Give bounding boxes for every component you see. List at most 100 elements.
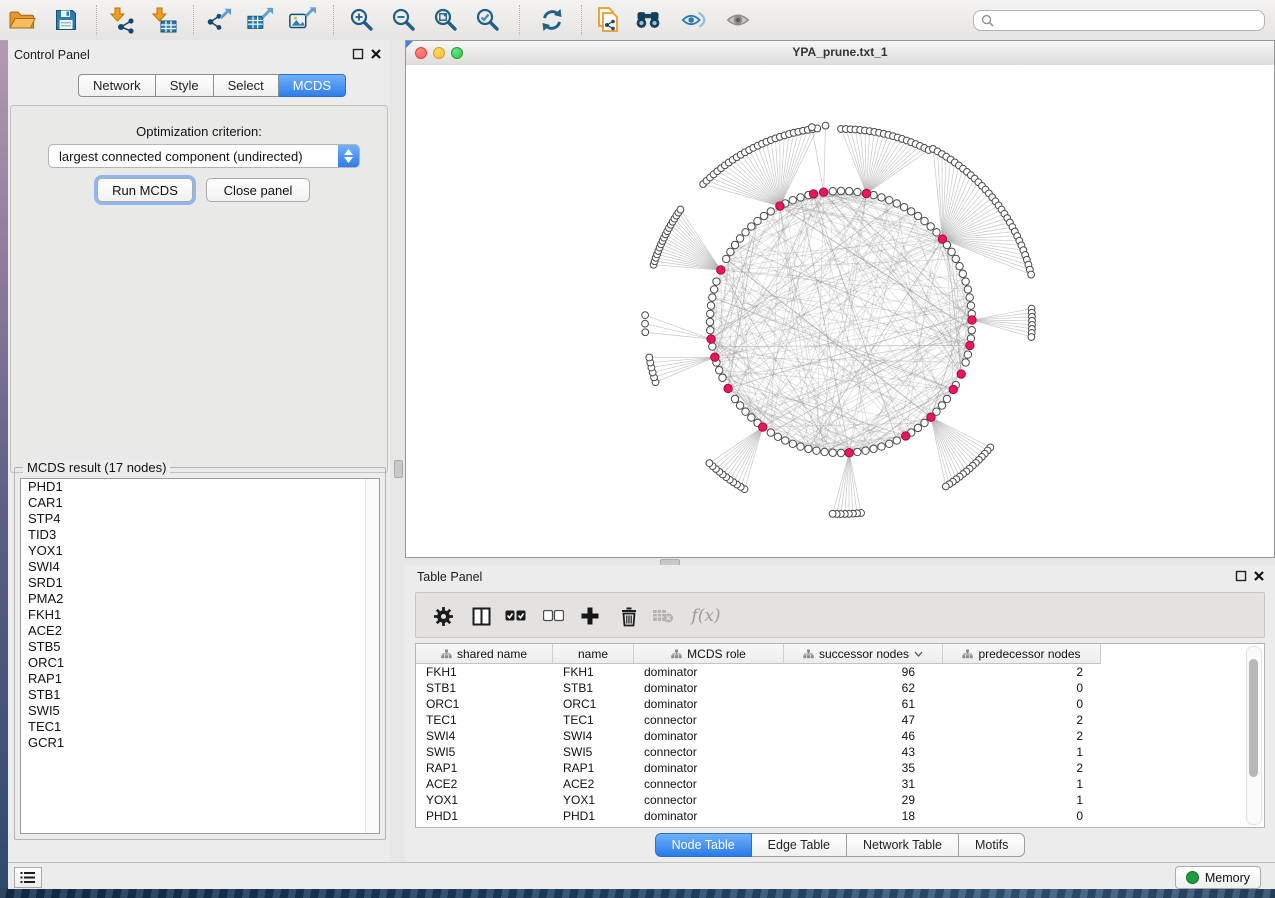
cell-successor-nodes[interactable]: 47 (784, 713, 943, 727)
network-window-titlebar[interactable]: YPA_prune.txt_1 (406, 41, 1274, 66)
tab-node-table[interactable]: Node Table (655, 833, 752, 857)
open-file-button[interactable] (8, 6, 36, 34)
column-header-successor-nodes[interactable]: successor nodes (784, 644, 943, 664)
result-list-scrollbar[interactable] (365, 479, 379, 833)
tab-network[interactable]: Network (78, 74, 156, 97)
cell-mcds-role[interactable]: connector (634, 777, 784, 791)
tab-style[interactable]: Style (156, 74, 214, 97)
cell-name[interactable]: PHD1 (553, 809, 634, 823)
tab-motifs[interactable]: Motifs (959, 833, 1025, 857)
cell-successor-nodes[interactable]: 46 (784, 729, 943, 743)
zoom-out-button[interactable] (390, 6, 418, 34)
copy-network-button[interactable] (594, 6, 622, 34)
delete-table-button-disabled[interactable] (651, 604, 675, 628)
close-panel-icon[interactable] (1253, 570, 1265, 582)
save-session-button[interactable] (52, 6, 80, 34)
float-panel-icon[interactable] (1235, 570, 1247, 582)
cell-name[interactable]: SWI5 (553, 745, 634, 759)
cell-predecessor-nodes[interactable]: 1 (943, 777, 1101, 791)
function-builder-button-disabled[interactable]: f(x) (689, 604, 723, 628)
cell-successor-nodes[interactable]: 35 (784, 761, 943, 775)
mcds-result-item[interactable]: TEC1 (21, 719, 379, 735)
zoom-fit-button[interactable] (432, 6, 460, 34)
memory-button[interactable]: Memory (1175, 866, 1261, 889)
table-row[interactable]: ACE2ACE2connector311 (416, 776, 1246, 792)
mcds-result-item[interactable]: STP4 (21, 511, 379, 527)
cell-predecessor-nodes[interactable]: 0 (943, 697, 1101, 711)
horizontal-splitter[interactable] (405, 558, 1275, 565)
export-table-button[interactable] (246, 6, 274, 34)
mcds-result-item[interactable]: CAR1 (21, 495, 379, 511)
mcds-result-item[interactable]: PMA2 (21, 591, 379, 607)
delete-column-button[interactable] (617, 604, 641, 628)
cell-name[interactable]: YOX1 (553, 793, 634, 807)
cell-predecessor-nodes[interactable]: 2 (943, 729, 1101, 743)
cell-mcds-role[interactable]: dominator (634, 665, 784, 679)
import-table-button[interactable] (150, 6, 178, 34)
cell-successor-nodes[interactable]: 61 (784, 697, 943, 711)
table-row[interactable]: RAP1RAP1dominator352 (416, 760, 1246, 776)
export-image-button[interactable] (288, 6, 316, 34)
cell-mcds-role[interactable]: dominator (634, 729, 784, 743)
cell-successor-nodes[interactable]: 43 (784, 745, 943, 759)
cell-successor-nodes[interactable]: 18 (784, 809, 943, 823)
cell-predecessor-nodes[interactable]: 1 (943, 745, 1101, 759)
network-search-field[interactable] (973, 10, 1265, 31)
export-network-button[interactable] (204, 6, 232, 34)
cell-predecessor-nodes[interactable]: 0 (943, 681, 1101, 695)
cell-name[interactable]: SWI4 (553, 729, 634, 743)
import-network-button[interactable] (108, 6, 136, 34)
cell-mcds-role[interactable]: dominator (634, 681, 784, 695)
cell-name[interactable]: TEC1 (553, 713, 634, 727)
close-panel-button[interactable]: Close panel (206, 178, 310, 202)
zoom-in-button[interactable] (348, 6, 376, 34)
show-all-button[interactable] (724, 6, 752, 34)
mcds-result-item[interactable]: PHD1 (21, 479, 379, 495)
column-header-predecessor-nodes[interactable]: predecessor nodes (943, 644, 1101, 664)
tab-edge-table[interactable]: Edge Table (752, 833, 847, 857)
cell-shared-name[interactable]: TEC1 (416, 713, 553, 727)
table-row[interactable]: FKH1FKH1dominator962 (416, 664, 1246, 680)
cell-shared-name[interactable]: ORC1 (416, 697, 553, 711)
mcds-result-item[interactable]: RAP1 (21, 671, 379, 687)
cell-name[interactable]: ACE2 (553, 777, 634, 791)
close-panel-icon[interactable] (370, 48, 382, 60)
cell-name[interactable]: FKH1 (553, 665, 634, 679)
cell-mcds-role[interactable]: dominator (634, 761, 784, 775)
search-input[interactable] (999, 13, 1264, 29)
table-row[interactable]: STB1STB1dominator620 (416, 680, 1246, 696)
float-panel-icon[interactable] (352, 48, 364, 60)
add-column-button[interactable] (578, 604, 602, 628)
table-row[interactable]: PHD1PHD1dominator180 (416, 808, 1246, 824)
hide-selected-button[interactable] (680, 6, 708, 34)
criterion-dropdown[interactable]: largest connected component (undirected) (48, 144, 360, 168)
mcds-result-item[interactable]: STB1 (21, 687, 379, 703)
cell-shared-name[interactable]: STB1 (416, 681, 553, 695)
cell-shared-name[interactable]: PHD1 (416, 809, 553, 823)
cell-shared-name[interactable]: ACE2 (416, 777, 553, 791)
cell-successor-nodes[interactable]: 31 (784, 777, 943, 791)
cell-predecessor-nodes[interactable]: 0 (943, 809, 1101, 823)
column-header-name[interactable]: name (553, 644, 634, 664)
cell-shared-name[interactable]: FKH1 (416, 665, 553, 679)
task-history-button[interactable] (14, 867, 42, 888)
mcds-result-item[interactable]: FKH1 (21, 607, 379, 623)
tab-mcds[interactable]: MCDS (279, 74, 346, 97)
mcds-result-item[interactable]: GCR1 (21, 735, 379, 751)
cell-predecessor-nodes[interactable]: 2 (943, 761, 1101, 775)
table-row[interactable]: SWI5SWI5connector431 (416, 744, 1246, 760)
vertical-splitter[interactable] (390, 40, 405, 862)
tab-select[interactable]: Select (214, 74, 279, 97)
cell-shared-name[interactable]: RAP1 (416, 761, 553, 775)
cell-predecessor-nodes[interactable]: 2 (943, 665, 1101, 679)
cell-successor-nodes[interactable]: 96 (784, 665, 943, 679)
mcds-result-item[interactable]: SRD1 (21, 575, 379, 591)
network-canvas[interactable] (406, 65, 1274, 557)
cell-mcds-role[interactable]: dominator (634, 809, 784, 823)
cell-shared-name[interactable]: SWI5 (416, 745, 553, 759)
cell-successor-nodes[interactable]: 29 (784, 793, 943, 807)
search-network-button[interactable] (634, 6, 662, 34)
cell-shared-name[interactable]: YOX1 (416, 793, 553, 807)
column-header-mcds-role[interactable]: MCDS role (634, 644, 784, 664)
refresh-view-button[interactable] (538, 6, 566, 34)
